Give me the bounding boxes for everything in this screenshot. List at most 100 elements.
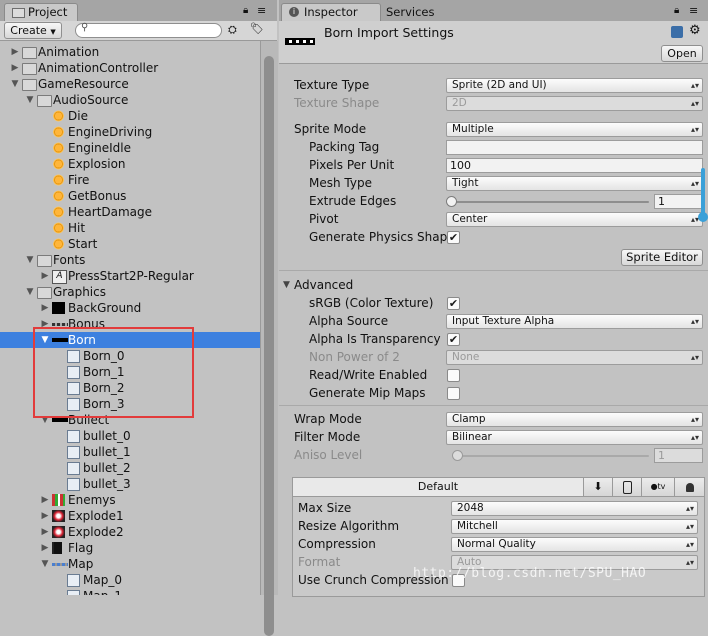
filter-by-label-icon[interactable]: 🏷︎ [250, 22, 264, 35]
extrude-edges-slider-handle[interactable] [446, 196, 457, 207]
texture-icon [52, 494, 65, 506]
tree-item-gameresource[interactable]: ▼ GameResource [0, 76, 260, 92]
sprite-icon [67, 590, 80, 595]
expand-arrow-right-icon[interactable]: ▶ [10, 60, 20, 76]
tree-item-label: AudioSource [53, 93, 129, 107]
tree-item-label: Map_1 [83, 588, 122, 595]
texture-shape-dropdown: 2D ▴▾ [446, 96, 703, 111]
expand-arrow-right-icon[interactable]: ▶ [40, 524, 50, 540]
tree-item-label: bullet_1 [83, 445, 131, 459]
lock-icon[interactable]: 🔒︎ [674, 5, 679, 16]
pixels-per-unit-input[interactable]: 100 [446, 158, 703, 173]
sprite-editor-button[interactable]: Sprite Editor [621, 249, 703, 266]
tree-item-getbonus[interactable]: GetBonus [0, 188, 260, 204]
gear-icon[interactable]: ⚙︎ [689, 23, 701, 38]
tree-item-explosion[interactable]: Explosion [0, 156, 260, 172]
expand-arrow-right-icon[interactable]: ▶ [40, 540, 50, 556]
tree-item-background[interactable]: ▶ BackGround [0, 300, 260, 316]
dropdown-arrow-icon: ▼ [50, 28, 56, 36]
max-size-dropdown[interactable]: 2048 ▴▾ [451, 501, 698, 516]
tree-item-explode2[interactable]: ▶ Explode2 [0, 524, 260, 540]
resize-algorithm-dropdown[interactable]: Mitchell ▴▾ [451, 519, 698, 534]
lock-icon[interactable]: 🔒︎ [243, 5, 248, 16]
texture-type-dropdown[interactable]: Sprite (2D and UI) ▴▾ [446, 78, 703, 93]
filter-by-type-icon[interactable]: ⛭ [228, 23, 242, 36]
advanced-foldout-label[interactable]: Advanced [294, 277, 353, 293]
generate-physics-shape-checkbox[interactable]: ✔ [447, 231, 460, 244]
panel-menu-icon[interactable]: ≡ [689, 4, 698, 17]
tree-item-label: BackGround [68, 301, 142, 315]
alpha-source-value: Input Texture Alpha [452, 315, 555, 327]
tab-project[interactable]: Project [4, 3, 78, 22]
tree-item-map-1[interactable]: Map_1 [0, 588, 260, 595]
search-input[interactable]: ⚲ [75, 22, 222, 38]
tab-services[interactable]: Services [382, 3, 464, 22]
tree-item-label: HeartDamage [68, 205, 153, 219]
expand-arrow-right-icon[interactable]: ▶ [40, 268, 50, 284]
tree-item-hit[interactable]: Hit [0, 220, 260, 236]
tree-item-enginedriving[interactable]: EngineDriving [0, 124, 260, 140]
tree-item-flag[interactable]: ▶ Flag [0, 540, 260, 556]
project-scrollbar-thumb[interactable] [264, 56, 274, 636]
tree-item-animationcontroller[interactable]: ▶ AnimationController [0, 60, 260, 76]
wrap-mode-dropdown[interactable]: Clamp ▴▾ [446, 412, 703, 427]
advanced-foldout-arrow-icon[interactable]: ▼ [283, 280, 290, 290]
expand-arrow-right-icon[interactable]: ▶ [10, 44, 20, 60]
tab-ios[interactable] [613, 478, 642, 496]
tree-item-animation[interactable]: ▶ Animation [0, 44, 260, 60]
help-book-icon[interactable] [671, 26, 683, 38]
tab-inspector[interactable]: i Inspector [281, 3, 381, 22]
generate-mip-maps-checkbox[interactable] [447, 387, 460, 400]
expand-arrow-down-icon[interactable]: ▼ [25, 284, 35, 300]
compression-dropdown[interactable]: Normal Quality ▴▾ [451, 537, 698, 552]
search-icon: ⚲ [81, 22, 89, 33]
create-button[interactable]: Create ▼ [4, 22, 62, 39]
tree-item-map-0[interactable]: Map_0 [0, 572, 260, 588]
alpha-source-dropdown[interactable]: Input Texture Alpha ▴▾ [446, 314, 703, 329]
mesh-type-dropdown[interactable]: Tight ▴▾ [446, 176, 703, 191]
info-icon: i [289, 7, 299, 17]
tree-item-bullet-2[interactable]: bullet_2 [0, 460, 260, 476]
tree-item-map[interactable]: ▼ Map [0, 556, 260, 572]
packing-tag-input[interactable] [446, 140, 703, 155]
extrude-edges-slider[interactable] [451, 201, 649, 203]
expand-arrow-down-icon[interactable]: ▼ [25, 252, 35, 268]
tree-item-audiosource[interactable]: ▼ AudioSource [0, 92, 260, 108]
inspector-scroll-indicator[interactable] [698, 168, 708, 224]
expand-arrow-down-icon[interactable]: ▼ [10, 76, 20, 92]
tab-standalone[interactable]: ⬇ [584, 478, 613, 496]
expand-arrow-down-icon[interactable]: ▼ [25, 92, 35, 108]
sprite-icon [67, 478, 80, 491]
tree-item-heartdamage[interactable]: HeartDamage [0, 204, 260, 220]
open-button[interactable]: Open [661, 45, 703, 62]
expand-arrow-right-icon[interactable]: ▶ [40, 300, 50, 316]
project-scrollbar[interactable] [260, 41, 278, 636]
expand-arrow-right-icon[interactable]: ▶ [40, 508, 50, 524]
tree-item-enemys[interactable]: ▶ Enemys [0, 492, 260, 508]
panel-menu-icon[interactable]: ≡ [257, 4, 266, 17]
expand-arrow-down-icon[interactable]: ▼ [40, 556, 50, 572]
alpha-is-transparency-checkbox[interactable]: ✔ [447, 333, 460, 346]
filter-mode-dropdown[interactable]: Bilinear ▴▾ [446, 430, 703, 445]
tree-item-bullet-3[interactable]: bullet_3 [0, 476, 260, 492]
extrude-edges-input[interactable]: 1 [654, 194, 703, 209]
tree-item-fire[interactable]: Fire [0, 172, 260, 188]
tree-item-graphics[interactable]: ▼ Graphics [0, 284, 260, 300]
srgb-checkbox[interactable]: ✔ [447, 297, 460, 310]
tab-default[interactable]: Default [293, 478, 584, 496]
tree-item-engineidle[interactable]: EngineIdle [0, 140, 260, 156]
sprite-mode-dropdown[interactable]: Multiple ▴▾ [446, 122, 703, 137]
tab-tvos[interactable]: ●tv [642, 478, 675, 496]
tree-item-start[interactable]: Start [0, 236, 260, 252]
tree-item-bullet-1[interactable]: bullet_1 [0, 444, 260, 460]
tab-android[interactable] [675, 478, 704, 496]
tree-item-bullet-0[interactable]: bullet_0 [0, 428, 260, 444]
pivot-dropdown[interactable]: Center ▴▾ [446, 212, 703, 227]
tree-item-die[interactable]: Die [0, 108, 260, 124]
dropdown-arrow-icon: ▴▾ [685, 522, 694, 531]
tree-item-fonts[interactable]: ▼ Fonts [0, 252, 260, 268]
tree-item-explode1[interactable]: ▶ Explode1 [0, 508, 260, 524]
tree-item-pressstart2p-regular[interactable]: ▶ A PressStart2P-Regular [0, 268, 260, 284]
expand-arrow-right-icon[interactable]: ▶ [40, 492, 50, 508]
read-write-enabled-checkbox[interactable] [447, 369, 460, 382]
